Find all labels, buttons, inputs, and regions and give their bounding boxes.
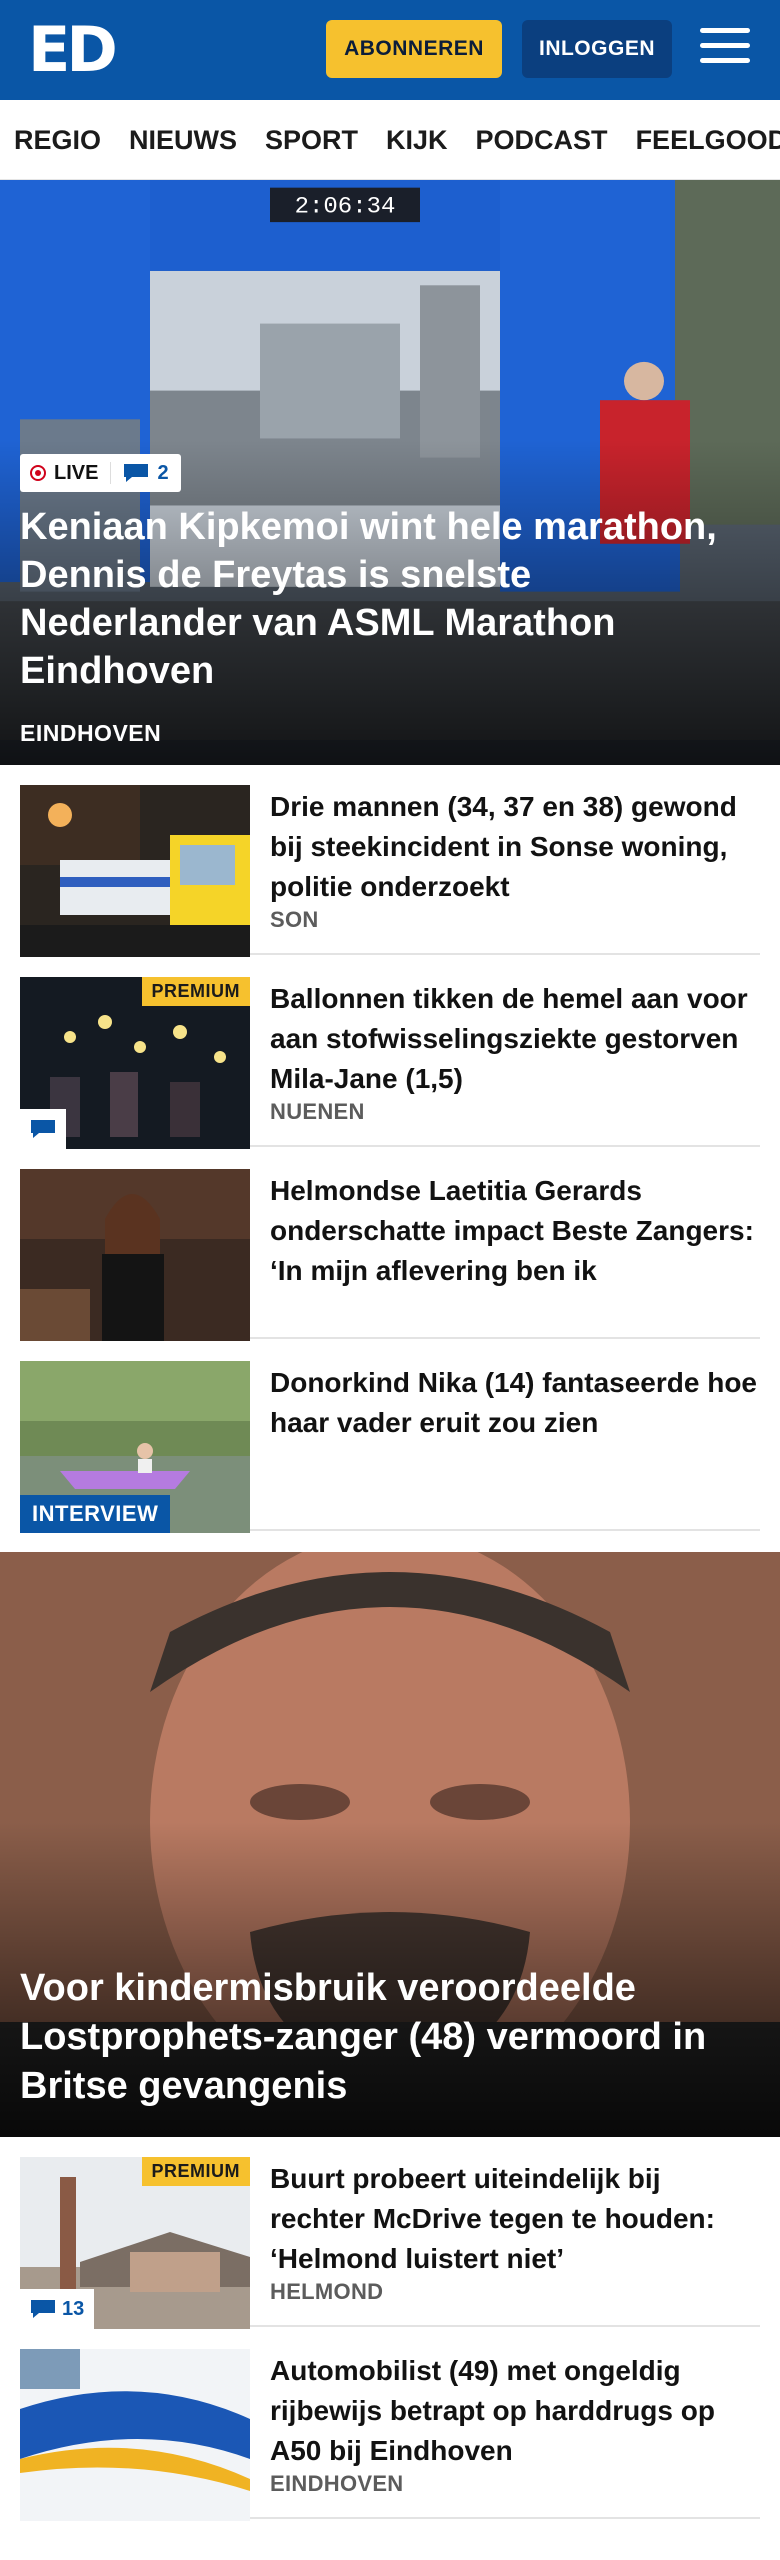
article-thumbnail-wrap: PREMIUM [20,977,250,1149]
article-thumbnail [20,785,250,957]
subscribe-button[interactable]: ABONNEREN [326,20,502,78]
list-item[interactable]: Drie mannen (34, 37 en 38) gewond bij st… [20,765,760,957]
live-badge[interactable]: LIVE 2 [20,454,181,492]
nav-item-podcast[interactable]: PODCAST [476,100,608,179]
live-dot-icon [30,465,46,481]
comment-icon [124,464,149,482]
list-item[interactable]: Automobilist (49) met ongeldig rijbewijs… [20,2329,760,2521]
hero-title[interactable]: Keniaan Kipkemoi wint hele marathon, Den… [20,503,760,695]
article-title[interactable]: Automobilist (49) met ongeldig rijbewijs… [270,2351,760,2471]
hero-article[interactable]: 2:06:34 LIVE 2 Keniaan Kipkemoi wint hel… [0,180,780,765]
list-item[interactable]: Helmondse Laetitia Gerards onderschatte … [20,1149,760,1341]
comment-badge[interactable]: 13 [20,2289,95,2329]
featured-title[interactable]: Voor kindermisbruik veroordeelde Lostpro… [20,1964,770,2111]
live-label: LIVE [54,461,99,484]
article-thumbnail [20,1169,250,1341]
nav-item-sport[interactable]: SPORT [265,100,358,179]
article-thumbnail-wrap: PREMIUM 13 [20,2157,250,2329]
login-button[interactable]: INLOGGEN [522,20,672,78]
article-title[interactable]: Helmondse Laetitia Gerards onderschatte … [270,1171,760,1291]
site-logo[interactable]: ED [28,18,118,82]
featured-article[interactable]: Voor kindermisbruik veroordeelde Lostpro… [0,1552,780,2137]
premium-badge: PREMIUM [141,2157,250,2186]
top-bar: ED ABONNEREN INLOGGEN [0,0,780,100]
comment-icon [31,2300,55,2318]
nav-item-nieuws[interactable]: NIEUWS [129,100,237,179]
hamburger-menu-icon[interactable] [700,28,750,72]
article-location: SON [270,907,319,932]
comment-count: 2 [157,461,169,484]
article-location: HELMOND [270,2279,384,2304]
nav-item-regio[interactable]: REGIO [14,100,101,179]
article-thumbnail-wrap: INTERVIEW [20,1361,250,1533]
list-item[interactable]: PREMIUM 13 Buurt probeert uiteindelijk b… [20,2137,760,2329]
section-nav: REGIONIEUWSSPORTKIJKPODCASTFEELGOODI [0,100,780,180]
comment-count: 13 [62,2297,85,2320]
comment-icon [31,1120,55,1138]
article-title[interactable]: Drie mannen (34, 37 en 38) gewond bij st… [270,787,760,907]
premium-badge: PREMIUM [141,977,250,1006]
hero-location: EINDHOVEN [20,720,162,746]
article-title[interactable]: Buurt probeert uiteindelijk bij rechter … [270,2159,760,2279]
list-item[interactable]: PREMIUM Ballonnen tikken de hemel aan vo… [20,957,760,1149]
nav-item-feelgood[interactable]: FEELGOOD [636,100,780,179]
interview-tag: INTERVIEW [20,1495,171,1533]
nav-item-kijk[interactable]: KIJK [386,100,448,179]
list-item[interactable]: INTERVIEW Donorkind Nika (14) fantaseerd… [20,1341,760,1533]
article-thumbnail [20,2349,250,2521]
article-location: EINDHOVEN [270,2471,404,2496]
comment-badge[interactable] [20,1109,66,1149]
article-title[interactable]: Donorkind Nika (14) fantaseerde hoe haar… [270,1363,760,1443]
article-title[interactable]: Ballonnen tikken de hemel aan voor aan s… [270,979,760,1099]
race-clock: 2:06:34 [295,194,396,220]
badge-divider [110,462,112,484]
article-location: NUENEN [270,1099,365,1124]
